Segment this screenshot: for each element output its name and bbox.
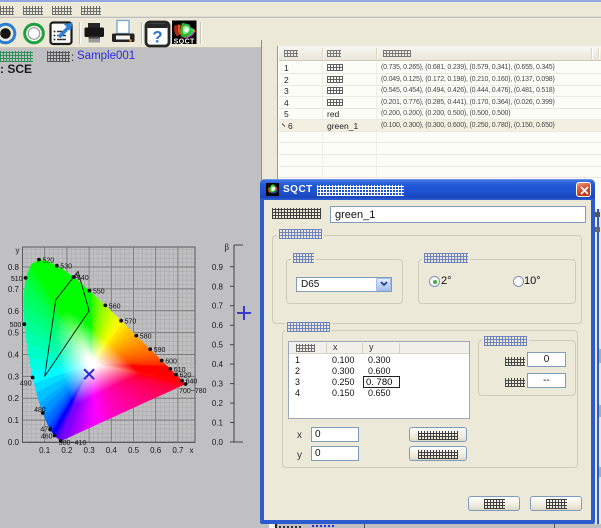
svg-text:0.1: 0.1 <box>39 446 51 455</box>
svg-text:0.0: 0.0 <box>212 438 224 447</box>
svg-text:0.9: 0.9 <box>212 263 224 272</box>
svg-text:0.8: 0.8 <box>8 263 20 272</box>
svg-text:0.7: 0.7 <box>212 302 224 311</box>
svg-text:0.2: 0.2 <box>8 394 20 403</box>
svg-text:x: x <box>190 446 194 455</box>
svg-text:530: 530 <box>60 264 72 271</box>
svg-text:0.3: 0.3 <box>8 372 20 381</box>
svg-text:0.1: 0.1 <box>8 416 20 425</box>
svg-text:560: 560 <box>109 303 121 310</box>
svg-text:0.2: 0.2 <box>212 399 224 408</box>
svg-text:480: 480 <box>34 407 46 414</box>
svg-text:0.5: 0.5 <box>8 329 20 338</box>
svg-text:0.8: 0.8 <box>212 282 224 291</box>
svg-text:0.3: 0.3 <box>84 446 96 455</box>
svg-text:0.6: 0.6 <box>212 321 224 330</box>
svg-text:0.6: 0.6 <box>8 307 20 316</box>
svg-text:y: y <box>16 246 20 255</box>
svg-text:0.7: 0.7 <box>172 446 184 455</box>
svg-text:590: 590 <box>154 347 166 354</box>
svg-text:0.7: 0.7 <box>8 285 20 294</box>
svg-text:580: 580 <box>140 334 152 341</box>
svg-text:700~780: 700~780 <box>179 388 207 395</box>
svg-text:A: A <box>75 274 80 281</box>
svg-text:510: 510 <box>11 276 23 283</box>
svg-text:570: 570 <box>125 319 137 326</box>
svg-text:0.1: 0.1 <box>212 419 224 428</box>
svg-text:0.2: 0.2 <box>61 446 73 455</box>
svg-text:0.0: 0.0 <box>8 438 20 447</box>
svg-text:460: 460 <box>41 434 53 441</box>
svg-text:0.4: 0.4 <box>8 351 20 360</box>
svg-text:0.5: 0.5 <box>128 446 140 455</box>
svg-text:0.3: 0.3 <box>212 380 224 389</box>
svg-text:0.6: 0.6 <box>150 446 162 455</box>
svg-text:0.5: 0.5 <box>212 341 224 350</box>
svg-text:0.4: 0.4 <box>106 446 118 455</box>
svg-text:640: 640 <box>186 379 198 386</box>
svg-text:550: 550 <box>93 289 105 296</box>
svg-text:0.4: 0.4 <box>212 360 224 369</box>
svg-text:600: 600 <box>165 359 177 366</box>
svg-text:470: 470 <box>40 426 52 433</box>
svg-text:β: β <box>224 242 229 252</box>
svg-text:490: 490 <box>20 381 32 388</box>
svg-text:520: 520 <box>43 258 55 265</box>
